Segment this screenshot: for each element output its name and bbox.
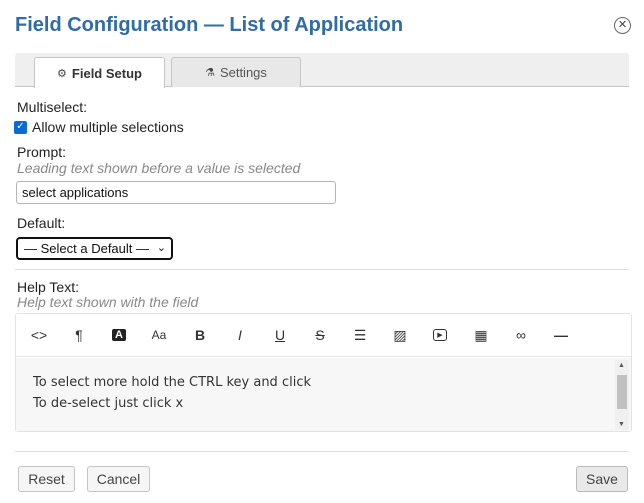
- editor-scrollbar[interactable]: ▲ ▼: [615, 360, 629, 430]
- save-button[interactable]: Save: [576, 466, 628, 492]
- flask-icon: ⚗: [205, 67, 215, 79]
- multiselect-label: Multiselect:: [17, 99, 88, 115]
- insert-link-glyph: ∞: [516, 327, 526, 343]
- prompt-input[interactable]: select applications: [16, 181, 336, 204]
- default-label: Default:: [17, 215, 66, 231]
- gears-icon: ⚙: [57, 67, 67, 80]
- scroll-thumb[interactable]: [617, 375, 627, 409]
- insert-video-glyph: ▶: [433, 329, 447, 341]
- scroll-down-icon[interactable]: ▼: [618, 421, 625, 428]
- paragraph-icon[interactable]: ¶: [67, 325, 91, 345]
- editor-line: To de-select just click x: [33, 396, 184, 411]
- footer-divider: [15, 451, 629, 452]
- bulleted-list-glyph: ☰: [353, 326, 367, 343]
- tab-strip: ⚙ Field Setup ⚗ Settings: [15, 53, 629, 88]
- dialog-titlebar: Field Configuration — List of Applicatio…: [0, 0, 644, 52]
- code-view-icon[interactable]: <>: [27, 325, 51, 345]
- underline-glyph: U: [274, 327, 286, 343]
- italic-glyph: I: [238, 327, 242, 343]
- insert-table-glyph: ▦: [474, 326, 488, 343]
- underline-icon[interactable]: U: [268, 325, 292, 345]
- dialog-title: Field Configuration — List of Applicatio…: [15, 14, 404, 36]
- editor-toolbar: <> ¶ A Aa B I U S ☰ ▨ ▶ ▦ ∞ —: [16, 314, 631, 357]
- reset-button[interactable]: Reset: [18, 466, 75, 492]
- strikethrough-icon[interactable]: S: [308, 325, 332, 345]
- paragraph-glyph: ¶: [75, 327, 83, 343]
- font-size-icon[interactable]: Aa: [147, 325, 171, 345]
- allow-multiple-label[interactable]: Allow multiple selections: [32, 119, 184, 135]
- font-size-glyph: Aa: [151, 328, 167, 342]
- prompt-hint: Leading text shown before a value is sel…: [17, 160, 301, 176]
- allow-multiple-row: ✓ Allow multiple selections: [14, 119, 184, 135]
- section-divider: [15, 269, 629, 270]
- bold-glyph: B: [194, 327, 206, 343]
- text-color-glyph: A: [112, 329, 126, 341]
- tab-settings[interactable]: ⚗ Settings: [171, 57, 301, 87]
- allow-multiple-checkbox[interactable]: ✓: [14, 120, 27, 134]
- horizontal-rule-glyph: —: [554, 327, 568, 343]
- field-configuration-dialog: Field Configuration — List of Applicatio…: [0, 0, 644, 503]
- tab-settings-label: Settings: [219, 65, 267, 80]
- close-icon[interactable]: ✕: [614, 17, 631, 34]
- insert-table-icon[interactable]: ▦: [469, 325, 493, 345]
- tab-field-setup-label: Field Setup: [71, 65, 142, 81]
- insert-image-icon[interactable]: ▨: [388, 325, 412, 345]
- help-text-editor: <> ¶ A Aa B I U S ☰ ▨ ▶ ▦ ∞ — To select …: [15, 313, 632, 432]
- strikethrough-glyph: S: [315, 327, 325, 343]
- horizontal-rule-icon[interactable]: —: [549, 325, 573, 345]
- chevron-down-icon: ⌄: [156, 242, 166, 254]
- italic-icon[interactable]: I: [228, 325, 252, 345]
- scroll-up-icon[interactable]: ▲: [618, 362, 625, 369]
- help-text-hint: Help text shown with the field: [17, 294, 199, 310]
- insert-video-icon[interactable]: ▶: [428, 325, 452, 345]
- default-select[interactable]: — Select a Default — ⌄: [16, 237, 173, 260]
- help-text-label: Help Text:: [17, 279, 79, 295]
- editor-content[interactable]: To select more hold the CTRL key and cli…: [16, 358, 631, 431]
- text-color-icon[interactable]: A: [107, 325, 131, 345]
- prompt-label: Prompt:: [17, 144, 67, 160]
- editor-line: To select more hold the CTRL key and cli…: [33, 375, 311, 390]
- bulleted-list-icon[interactable]: ☰: [348, 325, 372, 345]
- code-view-glyph: <>: [30, 327, 48, 343]
- insert-link-icon[interactable]: ∞: [509, 325, 533, 345]
- bold-icon[interactable]: B: [188, 325, 212, 345]
- cancel-button[interactable]: Cancel: [87, 466, 150, 492]
- tab-field-setup[interactable]: ⚙ Field Setup: [34, 57, 165, 88]
- default-select-value: — Select a Default —: [24, 241, 149, 256]
- insert-image-glyph: ▨: [393, 326, 407, 343]
